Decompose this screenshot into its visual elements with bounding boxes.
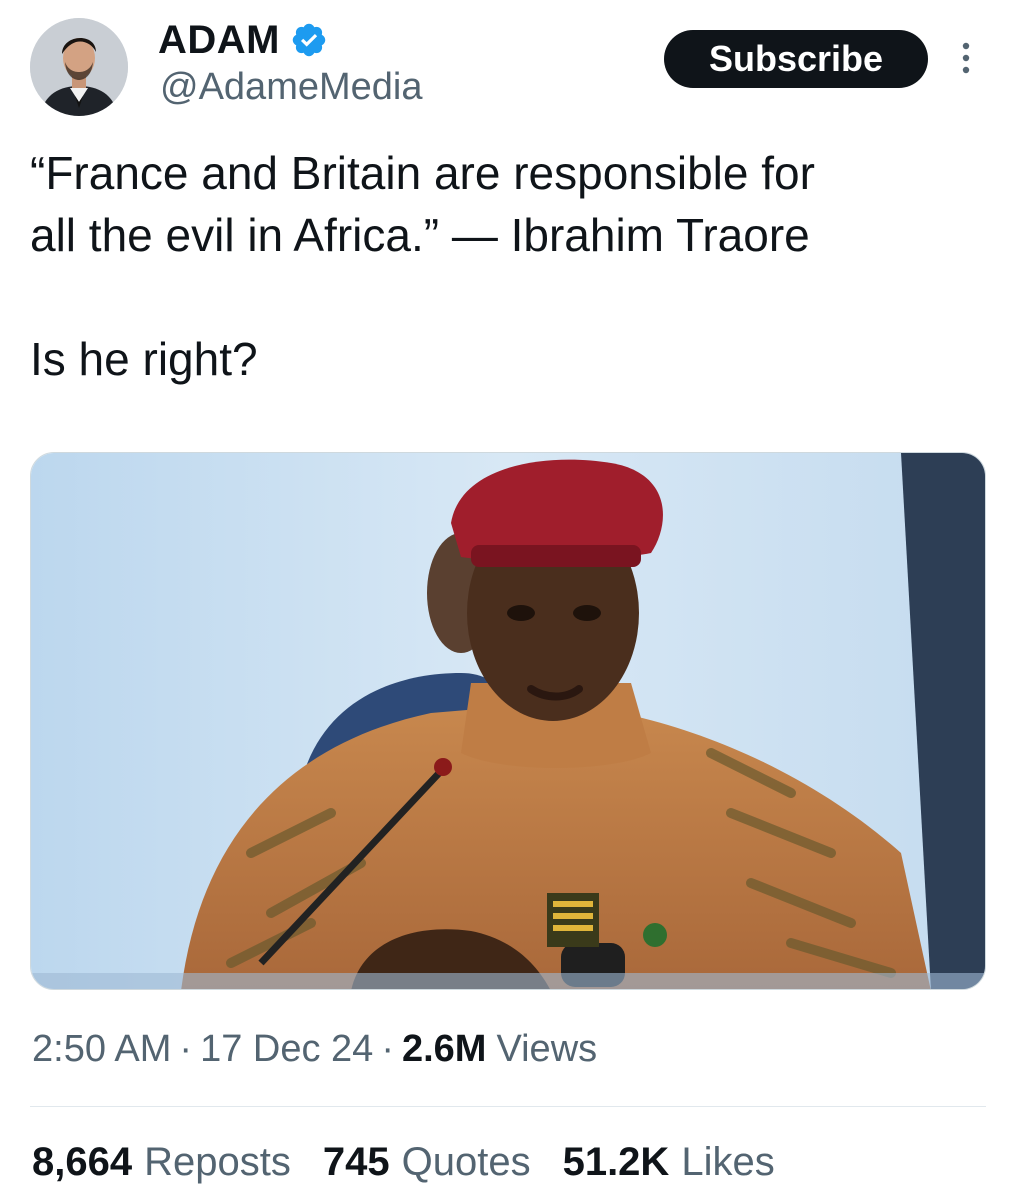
reposts-stat[interactable]: 8,664 Reposts bbox=[32, 1140, 291, 1185]
quotes-label: Quotes bbox=[401, 1140, 531, 1184]
author-name-row[interactable]: ADAM bbox=[158, 16, 328, 64]
avatar[interactable] bbox=[30, 18, 128, 116]
photo-illustration bbox=[31, 453, 985, 989]
author-handle[interactable]: @AdameMedia bbox=[160, 66, 422, 109]
tweet-meta: 2:50 AM · 17 Dec 24 · 2.6M Views bbox=[32, 1028, 597, 1071]
profile-photo-avatar-icon bbox=[30, 18, 128, 116]
vertical-ellipsis-icon[interactable] bbox=[956, 36, 976, 84]
tweet-time[interactable]: 2:50 AM bbox=[32, 1028, 171, 1071]
separator-dot: · bbox=[179, 1028, 193, 1070]
reposts-count: 8,664 bbox=[32, 1140, 133, 1184]
tweet-quote-line-1: “France and Britain are responsible for bbox=[30, 147, 815, 199]
tweet-quote-line-2: all the evil in Africa.” — Ibrahim Traor… bbox=[30, 209, 810, 261]
likes-label: Likes bbox=[681, 1140, 775, 1184]
verified-badge-icon[interactable] bbox=[290, 21, 328, 59]
reposts-label: Reposts bbox=[144, 1140, 291, 1184]
tweet-question: Is he right? bbox=[30, 333, 258, 385]
engagement-stats: 8,664 Reposts 745 Quotes 51.2K Likes bbox=[32, 1140, 807, 1185]
separator-dot: · bbox=[381, 1028, 394, 1070]
views-count: 2.6M bbox=[401, 1028, 487, 1070]
views-label: Views bbox=[496, 1028, 598, 1070]
quotes-stat[interactable]: 745 Quotes bbox=[323, 1140, 531, 1185]
quotes-count: 745 bbox=[322, 1140, 390, 1184]
tweet-date[interactable]: 17 Dec 24 bbox=[200, 1028, 373, 1071]
likes-count: 51.2K bbox=[562, 1140, 670, 1184]
tweet-photo[interactable] bbox=[30, 452, 986, 990]
tweet-text: “France and Britain are responsible for … bbox=[30, 142, 980, 390]
author-display-name[interactable]: ADAM bbox=[158, 18, 280, 63]
divider bbox=[30, 1106, 986, 1107]
subscribe-button[interactable]: Subscribe bbox=[664, 30, 928, 88]
likes-stat[interactable]: 51.2K Likes bbox=[563, 1140, 775, 1185]
